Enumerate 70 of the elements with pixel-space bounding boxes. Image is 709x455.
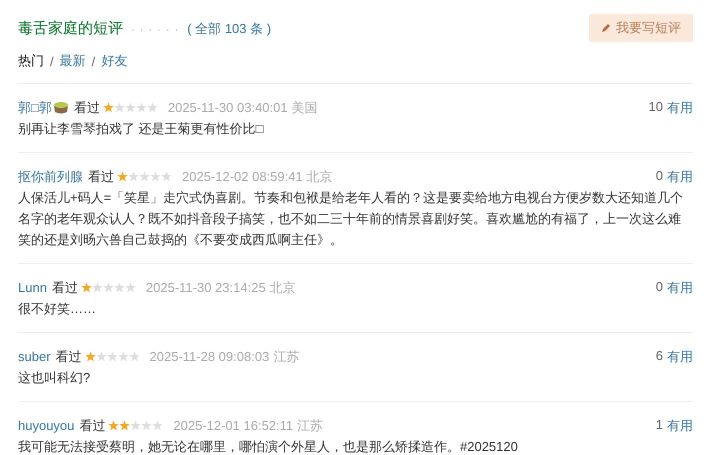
- total-count-link[interactable]: ( 全部 103 条 ): [187, 20, 272, 38]
- comment-text: 人保活儿+码人=「笑星」走穴式伪喜剧。节奏和包袱是给老年人看的？这是要卖给地方电视台方便岁数大还知道几个名字的老年观众认人？既不如抖音段子搞笑，也不如二三十年前的情景喜剧好笑。喜欢尴尬的有福了，上一次这么难笑的还是刘旸六兽自己鼓捣的《不要变成西瓜啊主任》。: [18, 189, 684, 249]
- vote-count: 6: [656, 348, 663, 364]
- sort-tab[interactable]: 好友: [101, 52, 128, 70]
- star-icon: [136, 102, 147, 113]
- vote-count: 1: [656, 416, 663, 434]
- star-icon: [124, 102, 136, 113]
- dot-leader: · · · · · ·: [131, 24, 180, 36]
- user-name-link[interactable]: huyouyou: [18, 418, 74, 433]
- star-icon: [119, 420, 130, 431]
- section-title: 毒舌家庭的短评: [18, 18, 123, 38]
- star-icon: [141, 420, 152, 431]
- comment-time: 2025-11-30 23:14:25: [146, 280, 266, 295]
- useful-link[interactable]: 有用: [667, 348, 693, 366]
- sort-tab[interactable]: 最新: [60, 52, 86, 70]
- comment-text: 我可能无法接受蔡明，她无论在哪里，哪怕演个外星人，也是那么矫揉造作。#2025120: [18, 438, 519, 455]
- star-icon: [92, 282, 103, 293]
- star-icon: [114, 282, 125, 293]
- star-icon: [146, 102, 158, 113]
- star-icon: [130, 420, 142, 431]
- separator: /: [50, 54, 54, 68]
- user-name-link[interactable]: 抠你前列腺: [18, 168, 83, 186]
- comment-time: 2025-12-02 08:59:41: [182, 169, 303, 184]
- comment-time: 2025-11-30 03:40:01: [168, 100, 288, 115]
- watched-status: 看过: [56, 348, 82, 366]
- star-icon: [80, 282, 92, 293]
- star-icon: [96, 351, 107, 362]
- comment-location: 江苏: [273, 348, 300, 366]
- watched-status: 看过: [88, 168, 114, 186]
- watched-status: 看过: [52, 278, 78, 296]
- star-icon: [128, 351, 140, 362]
- star-icon: [102, 102, 114, 113]
- comment-text: 别再让李雪琴拍戏了 还是王菊更有性价比□: [18, 120, 264, 138]
- star-icon: [108, 420, 120, 431]
- star-icon: [128, 171, 139, 182]
- star-icon: [106, 351, 118, 362]
- comment-time: 2025-12-01 16:52:11: [173, 418, 294, 433]
- comment-text: 很不好笑……: [18, 300, 97, 318]
- vote-count: 10: [648, 98, 663, 116]
- star-icon: [139, 171, 150, 182]
- user-name-link[interactable]: Lunn: [18, 280, 47, 295]
- user-name-link[interactable]: 郭□郭: [18, 98, 52, 116]
- star-icon: [161, 171, 172, 182]
- star-icon: [117, 171, 128, 182]
- comment-text: 这也叫科幻?: [18, 369, 92, 387]
- star-icon: [102, 282, 114, 293]
- separator: /: [92, 54, 96, 68]
- comment-location: 北京: [270, 278, 296, 296]
- write-review-button[interactable]: 我要写短评: [589, 14, 693, 42]
- star-icon: [152, 420, 164, 431]
- comment-location: 美国: [292, 98, 318, 116]
- comment-location: 北京: [306, 168, 333, 186]
- star-icon: [84, 351, 96, 362]
- watched-status: 看过: [79, 416, 106, 434]
- sort-tab[interactable]: 热门: [18, 52, 44, 70]
- comment-time: 2025-11-28 09:08:03: [150, 349, 270, 364]
- star-icon: [114, 102, 125, 113]
- star-icon: [118, 351, 129, 362]
- useful-link[interactable]: 有用: [667, 98, 693, 116]
- watched-status: 看过: [74, 98, 100, 116]
- vote-count: 0: [656, 278, 663, 296]
- pencil-icon: [601, 23, 611, 33]
- user-name-link[interactable]: suber: [18, 349, 51, 364]
- star-icon: [124, 282, 136, 293]
- useful-link[interactable]: 有用: [667, 168, 693, 186]
- useful-link[interactable]: 有用: [667, 278, 693, 296]
- star-icon: [150, 171, 161, 182]
- vote-count: 0: [656, 168, 663, 184]
- useful-link[interactable]: 有用: [667, 416, 693, 434]
- comment-location: 江苏: [297, 416, 324, 434]
